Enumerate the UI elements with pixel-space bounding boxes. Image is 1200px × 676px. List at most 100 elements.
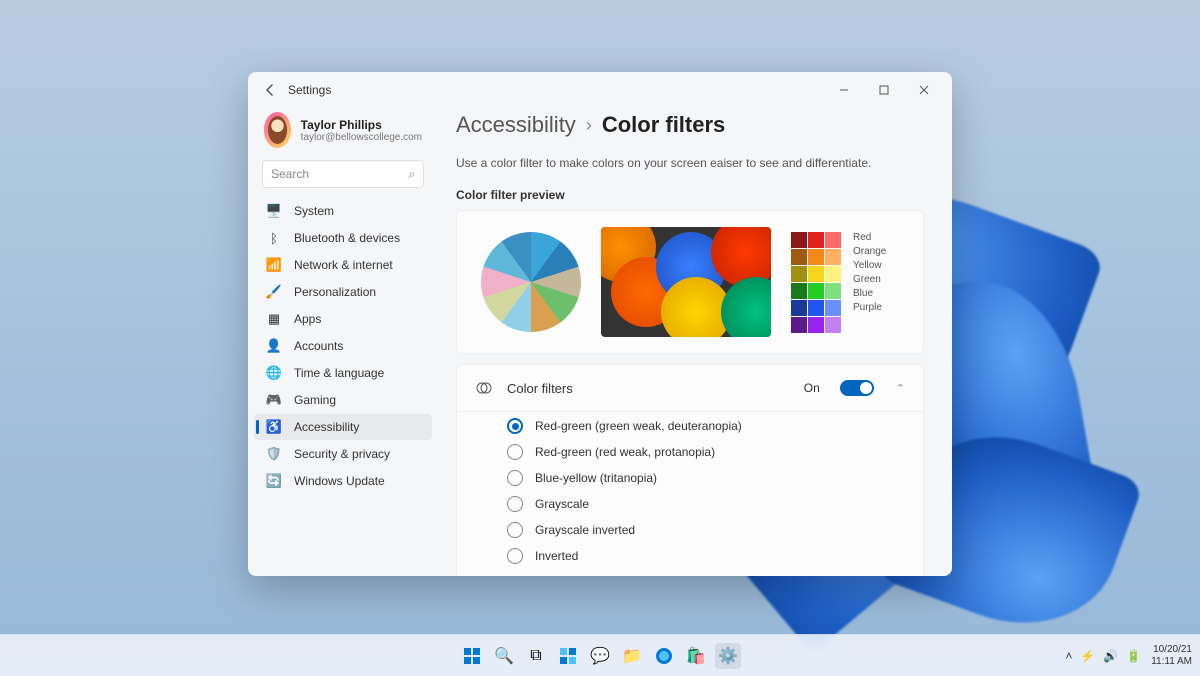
store-icon[interactable]: 🛍️ xyxy=(683,643,709,669)
nav-icon: 🎮 xyxy=(266,392,282,408)
photo-preview xyxy=(601,227,771,337)
widgets-icon[interactable] xyxy=(555,643,581,669)
settings-window: Settings Taylor Phillips taylor@bellowsc… xyxy=(248,72,952,576)
search-placeholder: Search xyxy=(271,167,408,181)
file-explorer-icon[interactable]: 📁 xyxy=(619,643,645,669)
filter-label: Grayscale inverted xyxy=(535,523,635,537)
nav-label: Accessibility xyxy=(294,420,359,434)
sidebar-item-security-privacy[interactable]: 🛡️Security & privacy xyxy=(254,441,432,467)
back-button[interactable] xyxy=(258,78,282,102)
search-taskbar-icon[interactable]: 🔍 xyxy=(491,643,517,669)
radio-icon xyxy=(507,548,523,564)
radio-icon xyxy=(507,444,523,460)
nav-icon: 📶 xyxy=(266,257,282,273)
filter-option[interactable]: Grayscale inverted xyxy=(507,522,905,538)
filter-option[interactable]: Blue-yellow (tritanopia) xyxy=(507,470,905,486)
nav-icon: 🛡️ xyxy=(266,446,282,462)
filter-label: Grayscale xyxy=(535,497,589,511)
sidebar-item-apps[interactable]: ▦Apps xyxy=(254,306,432,332)
taskbar: 🔍 ⧉ 💬 📁 🛍️ ⚙️ ˄ ⚡ 🔊 🔋 10/20/21 11:11 AM xyxy=(0,634,1200,676)
nav-icon: 👤 xyxy=(266,338,282,354)
chevron-up-icon[interactable]: ⌃ xyxy=(896,382,905,395)
nav-label: Accounts xyxy=(294,339,343,353)
chat-icon[interactable]: 💬 xyxy=(587,643,613,669)
sidebar-item-accounts[interactable]: 👤 Accounts xyxy=(254,333,432,359)
user-email: taylor@bellowscollege.com xyxy=(301,132,422,143)
nav-label: Gaming xyxy=(294,393,336,407)
swatch-label: Red xyxy=(853,232,886,243)
filter-option[interactable]: Inverted xyxy=(507,548,905,564)
swatch-label: Green xyxy=(853,274,886,285)
close-button[interactable] xyxy=(906,76,942,104)
filter-option[interactable]: Red-green (green weak, deuteranopia) xyxy=(507,418,905,434)
sidebar-item-bluetooth-devices[interactable]: ᛒ Bluetooth & devices xyxy=(254,225,432,251)
nav-icon: 🖥️ xyxy=(266,203,282,219)
user-block[interactable]: Taylor Phillips taylor@bellowscollege.co… xyxy=(254,108,432,160)
swatch xyxy=(791,249,807,265)
filter-option[interactable]: Grayscale xyxy=(507,496,905,512)
battery-icon[interactable]: 🔋 xyxy=(1126,649,1141,663)
user-name: Taylor Phillips xyxy=(301,118,422,132)
nav-icon: ᛒ xyxy=(266,230,282,246)
breadcrumb: Accessibility › Color filters xyxy=(456,112,924,138)
clock[interactable]: 10/20/21 11:11 AM xyxy=(1151,644,1192,667)
sidebar-item-personalization[interactable]: 🖌️Personalization xyxy=(254,279,432,305)
nav-label: Time & language xyxy=(294,366,384,380)
nav-icon: ▦ xyxy=(266,311,282,327)
swatch-preview: RedOrangeYellowGreenBluePurple xyxy=(791,232,886,333)
sidebar-item-network-internet[interactable]: 📶Network & internet xyxy=(254,252,432,278)
filter-label: Red-green (red weak, protanopia) xyxy=(535,445,715,459)
wifi-icon[interactable]: ⚡ xyxy=(1080,649,1095,663)
search-icon: ⌕ xyxy=(408,167,415,182)
swatch xyxy=(791,266,807,282)
task-view-icon[interactable]: ⧉ xyxy=(523,643,549,669)
settings-taskbar-icon[interactable]: ⚙️ xyxy=(715,643,741,669)
sidebar-item-gaming[interactable]: 🎮 Gaming xyxy=(254,387,432,413)
swatch xyxy=(825,249,841,265)
search-input[interactable]: Search ⌕ xyxy=(262,160,424,188)
swatch xyxy=(825,283,841,299)
maximize-button[interactable] xyxy=(866,76,902,104)
tray-time: 11:11 AM xyxy=(1151,656,1192,668)
nav-icon: 🔄 xyxy=(266,473,282,489)
main-content: Accessibility › Color filters Use a colo… xyxy=(438,108,952,576)
swatch xyxy=(825,266,841,282)
page-title: Color filters xyxy=(602,112,725,138)
tray-date: 10/20/21 xyxy=(1153,644,1192,656)
swatch xyxy=(808,317,824,333)
nav-label: System xyxy=(294,204,334,218)
sidebar-item-windows-update[interactable]: 🔄 Windows Update xyxy=(254,468,432,494)
color-filters-toggle[interactable] xyxy=(840,380,874,396)
page-description: Use a color filter to make colors on you… xyxy=(456,156,924,170)
nav-label: Bluetooth & devices xyxy=(294,231,400,245)
window-title: Settings xyxy=(288,83,331,97)
swatch xyxy=(808,232,824,248)
sidebar-item-accessibility[interactable]: ♿ Accessibility xyxy=(254,414,432,440)
swatch-label: Blue xyxy=(853,288,886,299)
sidebar: Taylor Phillips taylor@bellowscollege.co… xyxy=(248,108,438,576)
toggle-state-text: On xyxy=(804,381,820,395)
start-button[interactable] xyxy=(459,643,485,669)
nav-label: Windows Update xyxy=(294,474,385,488)
breadcrumb-parent[interactable]: Accessibility xyxy=(456,112,576,138)
volume-icon[interactable]: 🔊 xyxy=(1103,649,1118,663)
edge-icon[interactable] xyxy=(651,643,677,669)
pie-chart-preview xyxy=(481,232,581,332)
nav-icon: ♿ xyxy=(266,419,282,435)
filter-options: Red-green (green weak, deuteranopia) Red-… xyxy=(457,411,923,576)
minimize-button[interactable] xyxy=(826,76,862,104)
toggle-label: Color filters xyxy=(507,381,790,396)
color-filters-toggle-row[interactable]: Color filters On ⌃ xyxy=(457,365,923,411)
titlebar: Settings xyxy=(248,72,952,108)
swatch-label: Yellow xyxy=(853,260,886,271)
radio-icon xyxy=(507,496,523,512)
taskbar-center: 🔍 ⧉ 💬 📁 🛍️ ⚙️ xyxy=(459,643,741,669)
sidebar-item-system[interactable]: 🖥️ System xyxy=(254,198,432,224)
swatch xyxy=(825,300,841,316)
nav-label: Personalization xyxy=(294,285,376,299)
filter-option[interactable]: Red-green (red weak, protanopia) xyxy=(507,444,905,460)
tray-chevron-icon[interactable]: ˄ xyxy=(1065,649,1072,663)
sidebar-item-time-language[interactable]: 🌐Time & language xyxy=(254,360,432,386)
swatch-label: Orange xyxy=(853,246,886,257)
filter-label: Red-green (green weak, deuteranopia) xyxy=(535,419,742,433)
